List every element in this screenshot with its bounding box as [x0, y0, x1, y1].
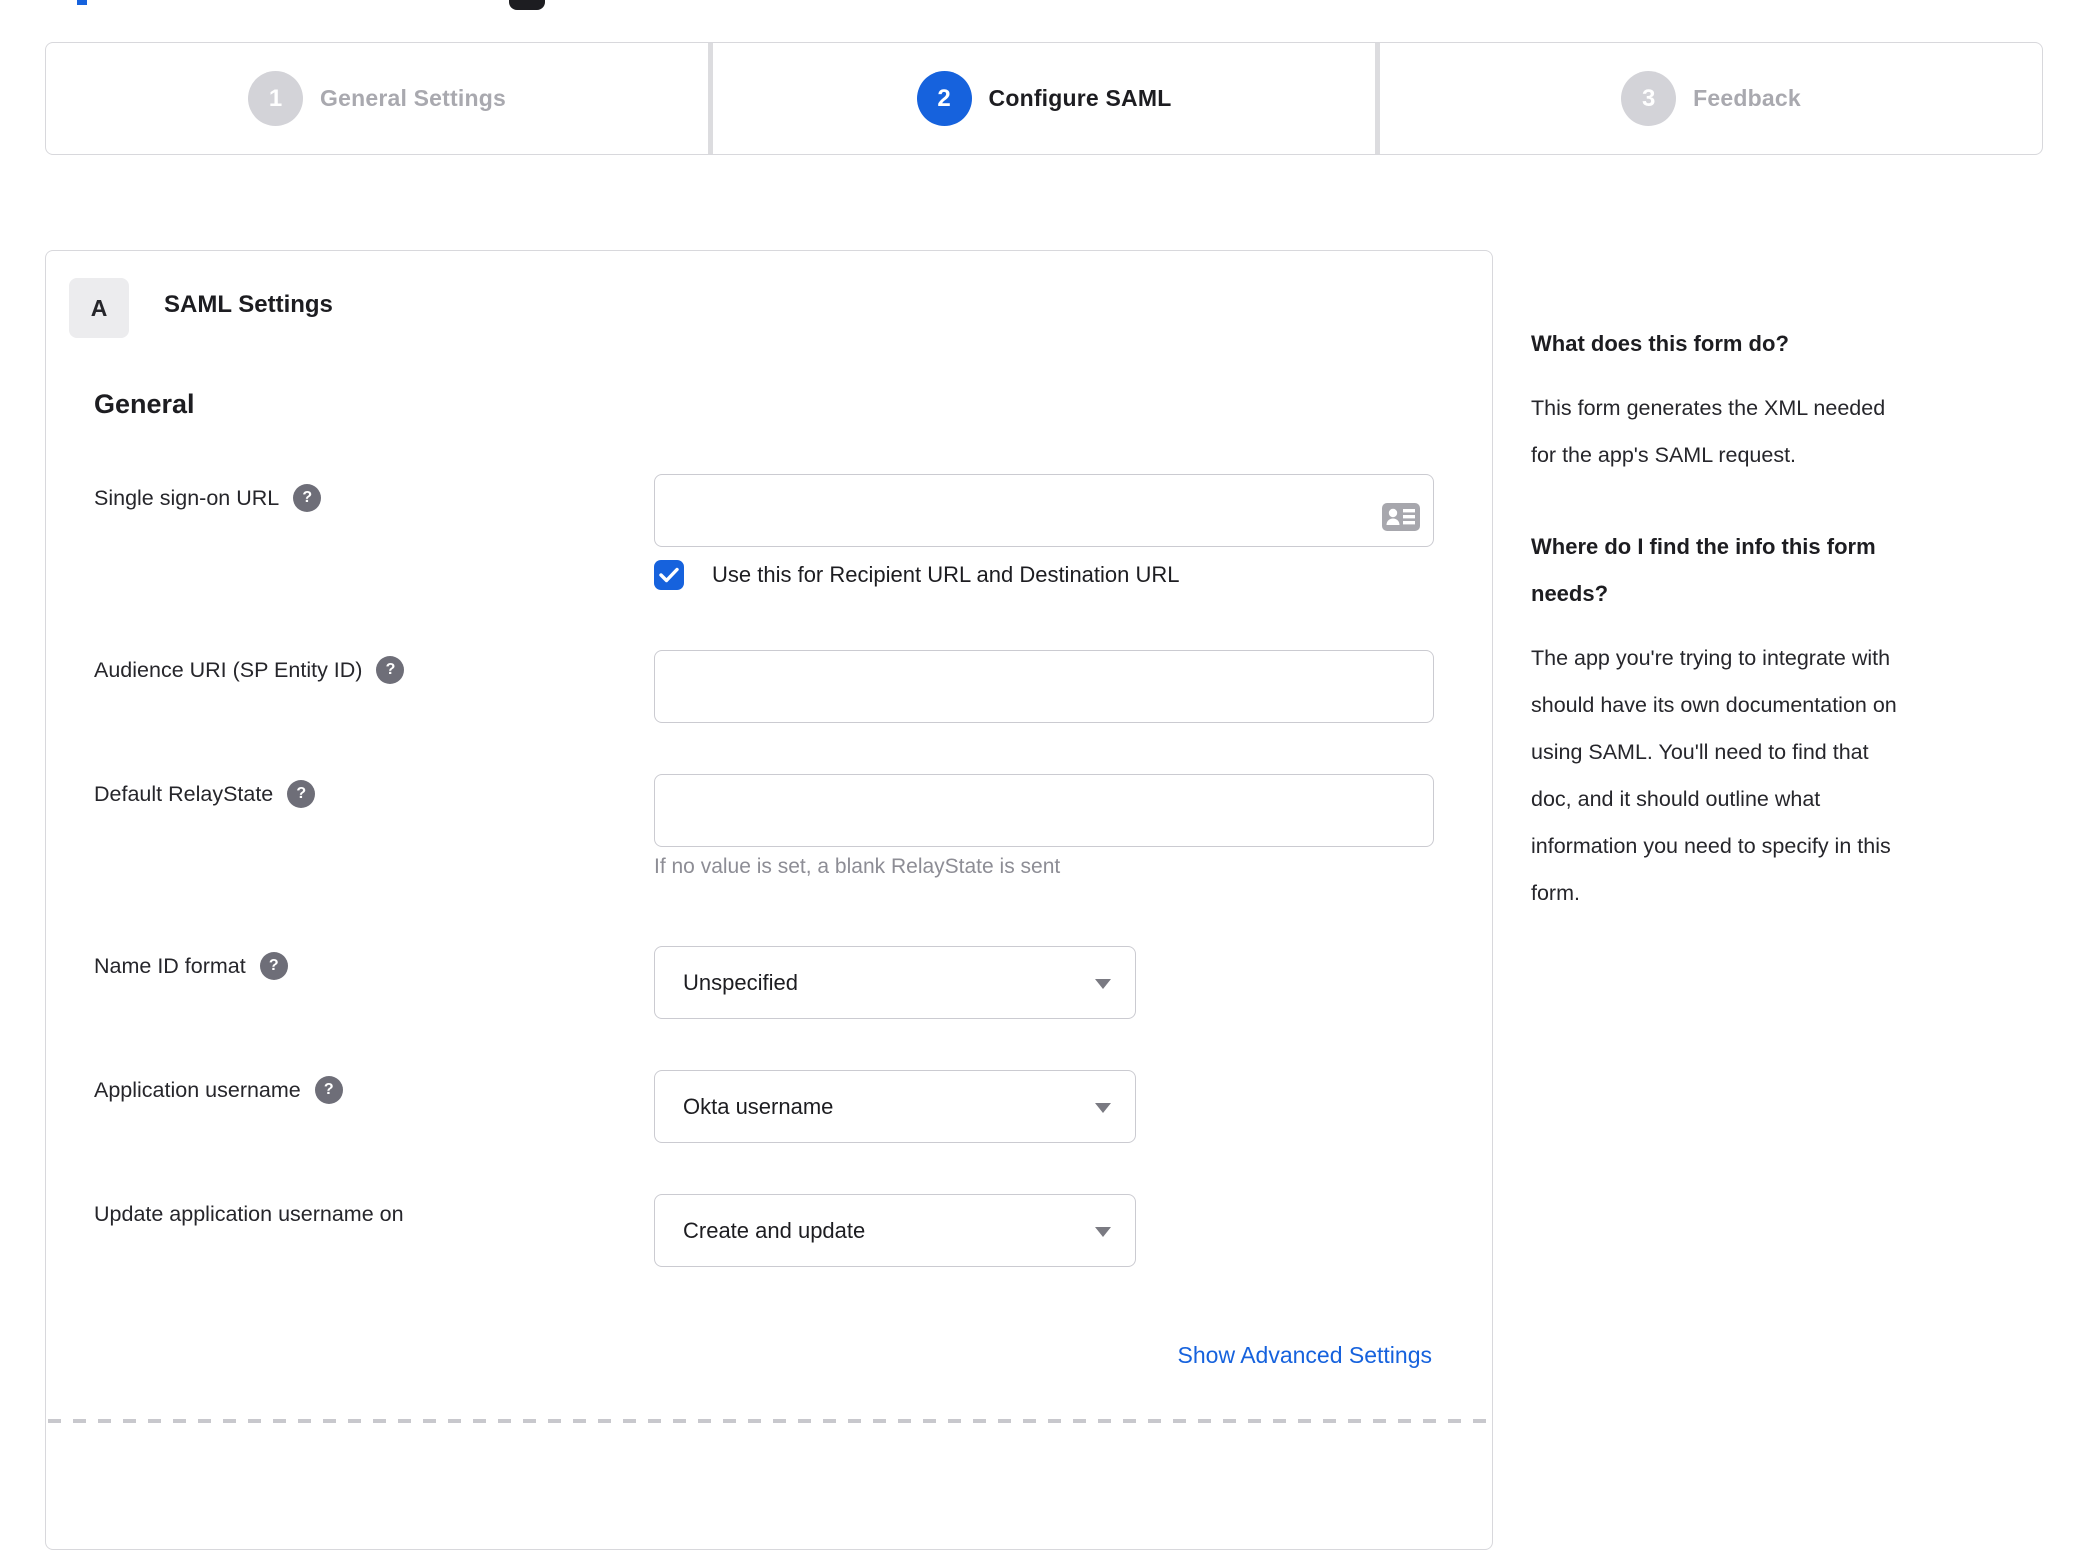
recipient-url-checkbox[interactable] [654, 560, 684, 590]
page-top-artifact-dark [509, 0, 545, 10]
help-icon[interactable]: ? [314, 1076, 343, 1104]
sidebar-heading-where: Where do I find the info this form needs… [1531, 523, 2046, 617]
step-number-badge: 3 [1621, 71, 1677, 126]
step-label: General Settings [320, 85, 506, 111]
field-label-text: Single sign-on URL [94, 485, 280, 510]
section-a-badge: A [69, 278, 129, 338]
chevron-down-icon [1095, 978, 1111, 989]
name-id-format-label: Name ID format ? [94, 948, 288, 984]
saml-settings-panel: A SAML Settings General Single sign-on U… [45, 250, 1493, 1550]
step-label: Feedback [1693, 85, 1801, 111]
contact-card-icon [1382, 503, 1420, 531]
sidebar-paragraph-what: This form generates the XML needed for t… [1531, 385, 2046, 479]
heading-line: needs? [1531, 581, 1609, 606]
help-icon[interactable]: ? [287, 780, 316, 808]
name-id-format-select[interactable]: Unspecified [654, 946, 1136, 1019]
step-label: Configure SAML [988, 85, 1172, 111]
section-dashed-divider [48, 1419, 1490, 1423]
recipient-url-checkbox-label[interactable]: Use this for Recipient URL and Destinati… [712, 557, 1180, 593]
step-feedback[interactable]: 3 Feedback [1375, 43, 2042, 154]
body-line: should have its own documentation on [1531, 693, 1897, 717]
help-icon[interactable]: ? [293, 484, 322, 512]
show-advanced-settings-link[interactable]: Show Advanced Settings [1178, 1342, 1432, 1369]
field-label-text: Name ID format [94, 953, 246, 978]
step-general-settings[interactable]: 1 General Settings [46, 43, 708, 154]
audience-uri-label: Audience URI (SP Entity ID) ? [94, 652, 405, 688]
help-icon[interactable]: ? [259, 952, 288, 980]
field-label-text: Application username [94, 1077, 301, 1102]
wizard-stepper: 1 General Settings 2 Configure SAML 3 Fe… [45, 42, 2043, 155]
select-value: Create and update [683, 1217, 866, 1243]
general-section-heading: General [94, 389, 195, 419]
body-line: This form generates the XML needed [1531, 396, 1886, 420]
single-sign-on-url-label: Single sign-on URL ? [94, 480, 322, 516]
application-username-label: Application username ? [94, 1072, 343, 1108]
panel-title: SAML Settings [164, 291, 333, 318]
update-username-on-label: Update application username on [94, 1196, 404, 1232]
help-icon[interactable]: ? [376, 656, 405, 684]
update-username-on-select[interactable]: Create and update [654, 1194, 1136, 1267]
checkmark-icon [659, 567, 679, 583]
select-value: Okta username [683, 1093, 834, 1119]
step-number-badge: 2 [916, 71, 972, 126]
audience-uri-input[interactable] [654, 650, 1434, 723]
default-relaystate-input[interactable] [654, 774, 1434, 847]
body-line: using SAML. You'll need to find that [1531, 740, 1869, 764]
single-sign-on-url-input[interactable] [654, 474, 1434, 547]
heading-line: Where do I find the info this form [1531, 534, 1876, 559]
sidebar-heading-what: What does this form do? [1531, 320, 2046, 367]
body-line: for the app's SAML request. [1531, 443, 1797, 467]
step-number-badge: 1 [248, 71, 303, 126]
chevron-down-icon [1095, 1102, 1111, 1113]
body-line: doc, and it should outline what [1531, 787, 1821, 811]
application-username-select[interactable]: Okta username [654, 1070, 1136, 1143]
field-label-text: Audience URI (SP Entity ID) [94, 657, 363, 682]
heading-line: What does this form do? [1531, 331, 1789, 356]
body-line: The app you're trying to integrate with [1531, 646, 1891, 670]
default-relaystate-label: Default RelayState ? [94, 776, 316, 812]
chevron-down-icon [1095, 1226, 1111, 1237]
select-value: Unspecified [683, 969, 798, 995]
relaystate-hint: If no value is set, a blank RelayState i… [654, 855, 1061, 878]
field-label-text: Update application username on [94, 1201, 404, 1226]
step-configure-saml[interactable]: 2 Configure SAML [708, 43, 1375, 154]
page-top-artifact-blue [77, 0, 87, 5]
help-sidebar: What does this form do? This form genera… [1531, 320, 2046, 961]
body-line: form. [1531, 881, 1580, 905]
field-label-text: Default RelayState [94, 781, 274, 806]
sidebar-paragraph-where: The app you're trying to integrate with … [1531, 635, 2046, 917]
body-line: information you need to specify in this [1531, 834, 1891, 858]
